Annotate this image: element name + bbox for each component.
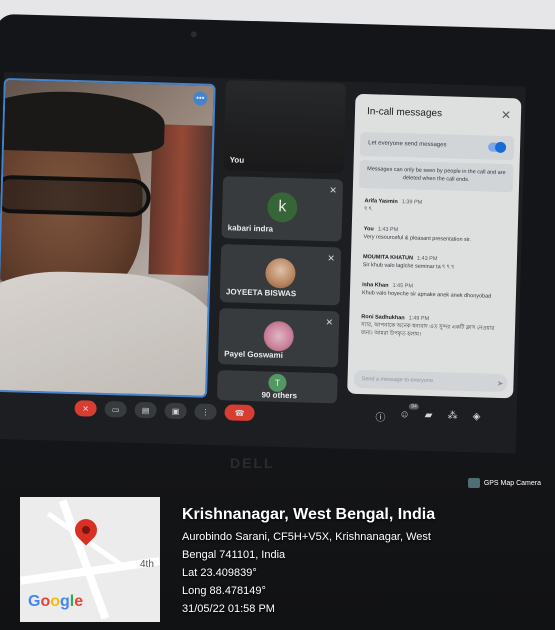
- mic-off-button[interactable]: ✕: [74, 400, 97, 417]
- message-sender: Arifa Yasmin: [364, 198, 398, 206]
- participant-tile-you[interactable]: You: [223, 80, 346, 174]
- more-options-icon[interactable]: •••: [193, 91, 208, 106]
- participant-avatar: k: [266, 191, 298, 223]
- chat-message: You 1:43 PM Very resourceful & pleasant p…: [363, 226, 508, 246]
- send-icon[interactable]: ➤: [497, 379, 504, 388]
- latitude: Lat 23.409839°: [182, 567, 257, 579]
- participant-name: You: [229, 155, 245, 165]
- participant-tile-joyeeta[interactable]: ✕ JOYEETA BISWAS: [219, 244, 342, 306]
- message-text: স্যার, আপনাকে অনেক ধন্যবাদ এত সুন্দর একট…: [360, 322, 495, 338]
- mic-off-icon: ✕: [327, 253, 336, 264]
- camera-button[interactable]: ▭: [104, 400, 127, 418]
- info-icon[interactable]: ⓘ: [374, 408, 386, 424]
- camera-icon: [467, 478, 480, 488]
- message-sender: MOUMITA KHATUN: [362, 254, 414, 262]
- timestamp: 31/05/22 01:58 PM: [182, 603, 275, 615]
- participant-name: Payel Goswami: [224, 349, 284, 360]
- webcam-icon: [190, 31, 197, 38]
- chat-panel: In-call messages ✕ Let everyone send mes…: [347, 93, 522, 399]
- message-time: 1:45 PM: [392, 282, 414, 290]
- chat-message: Arifa Yasmin 1:39 PM ঽ ঽ: [364, 198, 509, 218]
- longitude: Long 88.478149°: [182, 585, 266, 597]
- message-time: 1:43 PM: [416, 255, 438, 263]
- speaker-shirt: [0, 268, 216, 398]
- chat-message-input[interactable]: Send a message to everyone: [353, 369, 508, 393]
- call-controls: ✕ ▭ ▤ ▣ ⋮ ☎: [74, 400, 255, 422]
- speaker-cap: [0, 89, 166, 155]
- location-city: Krishnanagar, West Bengal, India: [182, 506, 436, 523]
- message-time: 1:43 PM: [377, 226, 399, 234]
- mic-off-icon: ✕: [325, 317, 334, 328]
- gps-app-tag: GPS Map Camera: [467, 478, 541, 488]
- address-line-1: Aurobindo Sarani, CF5H+V5X, Krishnanagar…: [182, 531, 431, 543]
- leave-call-button[interactable]: ☎: [224, 404, 255, 422]
- message-time: 1:39 PM: [401, 199, 423, 206]
- let-everyone-label: Let everyone send messages: [368, 140, 447, 149]
- participant-photo-avatar: [265, 257, 296, 289]
- participant-name: 90 others: [261, 390, 298, 401]
- address-line-2: Bengal 741101, India: [182, 549, 286, 561]
- mic-off-icon: ✕: [329, 185, 337, 196]
- host-controls-icon[interactable]: ◈: [470, 411, 482, 426]
- let-everyone-toggle[interactable]: [487, 142, 507, 153]
- present-button[interactable]: ▣: [164, 402, 187, 420]
- speaker-glasses: [0, 174, 152, 218]
- captions-button[interactable]: ▤: [134, 401, 157, 419]
- chat-message: Roni Sadhukhan 1:49 PM স্যার, আপনাকে অনেক…: [361, 314, 507, 342]
- message-time: 1:49 PM: [408, 315, 430, 322]
- people-count-badge: 94: [409, 403, 419, 410]
- chat-message: Isha Khan 1:45 PM Khub valo hoyeche sir a…: [362, 282, 507, 302]
- laptop-logo: DELL: [230, 455, 275, 471]
- participant-tile-others[interactable]: T 90 others: [216, 370, 338, 404]
- message-sender: You: [363, 226, 374, 233]
- participant-name: JOYEETA BISWAS: [225, 287, 297, 299]
- gps-app-label: GPS Map Camera: [483, 479, 541, 487]
- close-icon[interactable]: ✕: [501, 108, 511, 122]
- message-sender: Roni Sadhukhan: [361, 314, 405, 322]
- participant-photo-avatar: [263, 320, 295, 352]
- chat-notice: Messages can only be seen by people in t…: [358, 159, 514, 193]
- chat-panel-title: In-call messages: [366, 106, 443, 120]
- people-icon[interactable]: ☺ 94: [398, 403, 419, 424]
- activities-icon[interactable]: ⁂: [446, 410, 458, 425]
- message-sender: Isha Khan: [362, 282, 389, 289]
- speaker-video-tile[interactable]: •••: [0, 77, 216, 398]
- chat-message: MOUMITA KHATUN 1:43 PM Sir khub valo lagl…: [363, 254, 508, 274]
- more-options-button[interactable]: ⋮: [194, 403, 217, 421]
- participant-avatar: T: [268, 373, 287, 393]
- location-info: Krishnanagar, West Bengal, India Aurobin…: [182, 506, 435, 618]
- location-map: 4th Google: [20, 497, 160, 622]
- meet-screen: ••• You k ✕ kabari indra ✕ JOYEETA BISWA…: [0, 72, 526, 454]
- let-everyone-send-row: Let everyone send messages: [359, 131, 515, 161]
- participant-tile-kabari[interactable]: k ✕ kabari indra: [221, 176, 344, 242]
- participant-name: kabari indra: [227, 223, 274, 234]
- google-logo: Google: [28, 593, 84, 610]
- participant-tile-payel[interactable]: ✕ Payel Goswami: [217, 308, 340, 368]
- map-street-label: 4th: [140, 559, 154, 570]
- side-controls: ⓘ ☺ 94 ▰ ⁂ ◈: [374, 403, 482, 426]
- chat-icon[interactable]: ▰: [422, 410, 434, 425]
